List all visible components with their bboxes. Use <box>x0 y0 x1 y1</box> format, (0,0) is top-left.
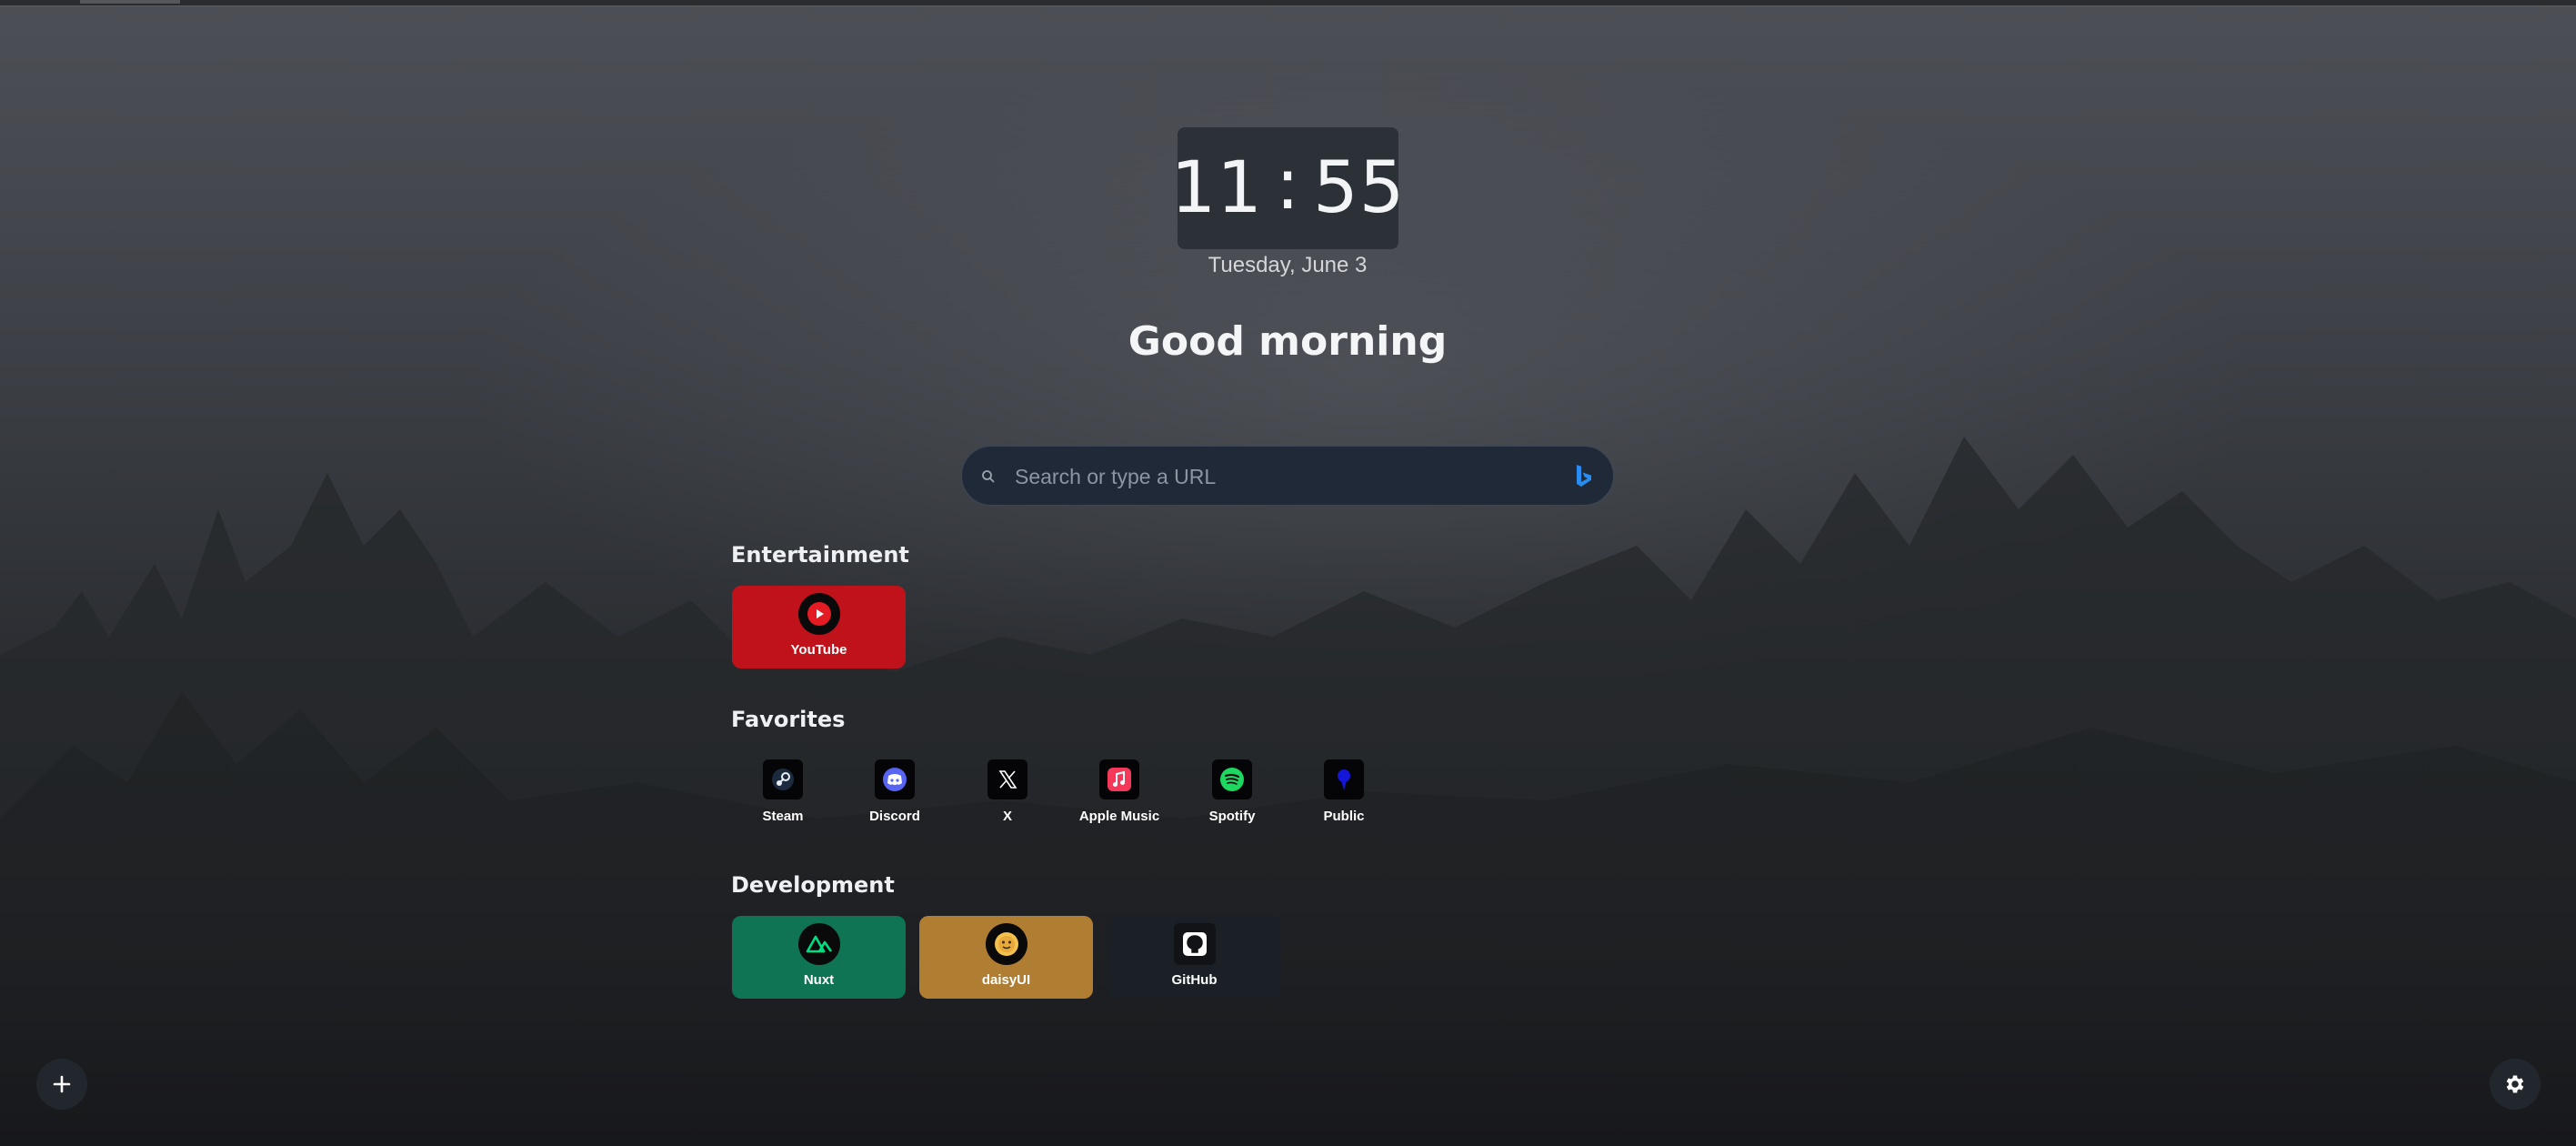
shortcut-label: Spotify <box>1208 809 1256 824</box>
clock-time: 11 : 55 <box>1170 144 1406 229</box>
steam-icon <box>763 759 803 799</box>
add-button[interactable] <box>36 1059 87 1110</box>
tile-nuxt[interactable]: Nuxt <box>732 916 906 999</box>
tile-youtube[interactable]: YouTube <box>732 586 906 668</box>
x-icon <box>987 759 1027 799</box>
shortcut-spotify[interactable]: Spotify <box>1191 759 1273 832</box>
tile-daisyui[interactable]: daisyUI <box>919 916 1093 999</box>
greeting-heading: Good morning <box>1128 318 1448 365</box>
nuxt-icon <box>797 923 840 965</box>
tile-label: GitHub <box>1171 972 1218 988</box>
search-icon <box>982 470 995 483</box>
shortcut-label: Steam <box>762 809 804 824</box>
tile-label: YouTube <box>790 642 847 658</box>
browser-tab-indicator <box>80 0 180 4</box>
github-icon <box>1173 923 1216 965</box>
gear-icon <box>2506 1075 2524 1093</box>
plus-icon <box>53 1075 71 1093</box>
shortcut-x[interactable]: X <box>967 759 1048 832</box>
youtube-icon <box>797 593 840 635</box>
shortcut-discord[interactable]: Discord <box>854 759 936 832</box>
clock-hours: 11 <box>1170 147 1263 229</box>
shortcut-label: Public <box>1323 809 1365 824</box>
discord-icon <box>875 759 915 799</box>
bing-icon[interactable] <box>1573 463 1595 490</box>
shortcut-steam[interactable]: Steam <box>742 759 824 832</box>
section-title-entertainment: Entertainment <box>731 542 909 568</box>
public-icon <box>1324 759 1364 799</box>
settings-button[interactable] <box>2490 1059 2541 1110</box>
daisyui-icon <box>985 923 1027 965</box>
tile-github[interactable]: GitHub <box>1108 916 1281 999</box>
browser-top-strip <box>0 0 2576 6</box>
shortcut-public[interactable]: Public <box>1303 759 1385 832</box>
clock-separator: : <box>1275 144 1301 226</box>
tile-label: daisyUI <box>981 972 1031 988</box>
search-input[interactable] <box>1015 457 1551 496</box>
clock-minutes: 55 <box>1313 147 1406 229</box>
section-title-development: Development <box>731 872 895 898</box>
clock-widget: 11 : 55 <box>1171 127 1404 249</box>
spotify-icon <box>1212 759 1252 799</box>
shortcut-label: Apple Music <box>1078 809 1160 824</box>
tile-label: Nuxt <box>803 972 835 988</box>
shortcut-apple-music[interactable]: Apple Music <box>1078 759 1160 832</box>
section-title-favorites: Favorites <box>731 707 846 732</box>
shortcut-label: Discord <box>869 809 920 824</box>
search-bar[interactable] <box>961 446 1614 506</box>
apple-music-icon <box>1099 759 1139 799</box>
shortcut-label: X <box>1002 809 1012 824</box>
date-label: Tuesday, June 3 <box>1208 253 1368 277</box>
